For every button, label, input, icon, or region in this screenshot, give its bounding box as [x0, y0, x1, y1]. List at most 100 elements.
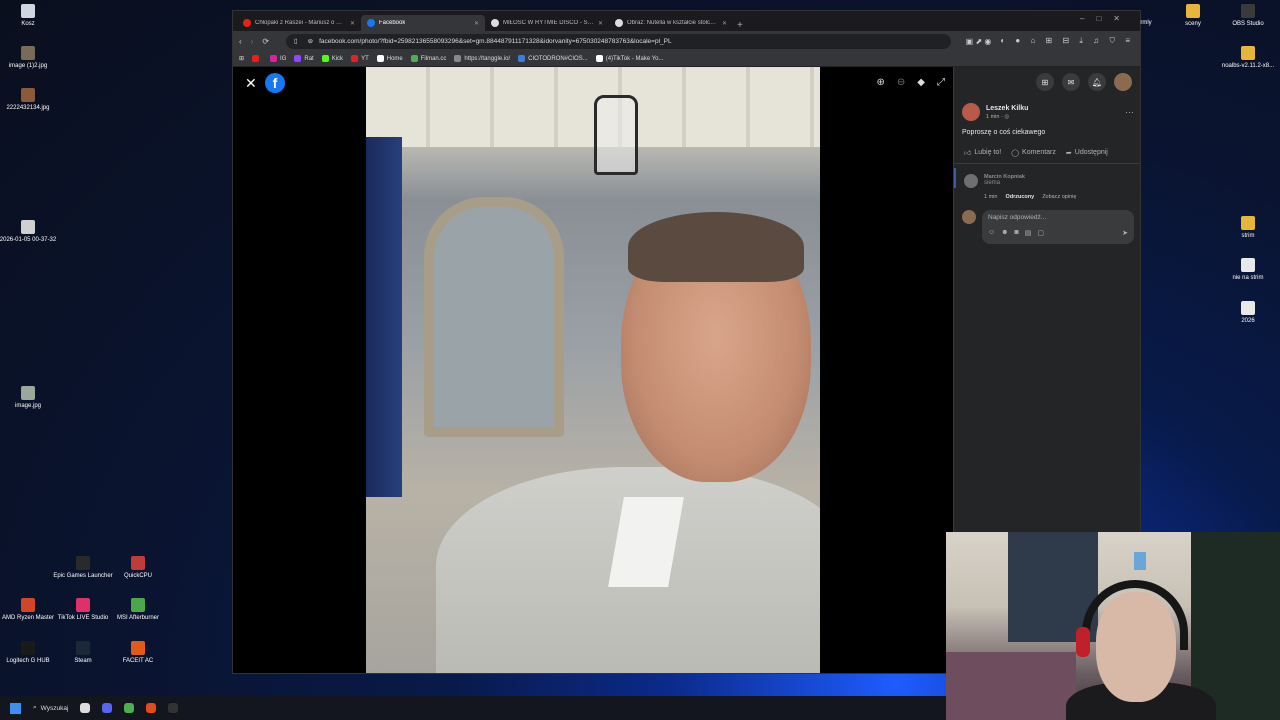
notifications-icon[interactable]: 🔔︎	[1088, 73, 1106, 91]
url-field[interactable]: ▯ ⊜ facebook.com/photo/?fbid=25982136558…	[286, 33, 951, 49]
desktop-icon-left-3[interactable]: 2026-01-05 00-37-32	[0, 220, 58, 243]
zoom-out-icon[interactable]: ⊖	[897, 77, 905, 88]
view-feedback-link[interactable]: Zobacz opinię	[1042, 194, 1076, 200]
comment-status: Odrzucony	[1005, 194, 1035, 200]
comment-icon: ◯	[1011, 149, 1020, 157]
desktop-icon-right-0[interactable]: sceny	[1163, 4, 1223, 27]
forward-icon[interactable]: ›	[251, 37, 254, 46]
desktop-icon-bottom-5[interactable]: Logitech G HUB	[0, 641, 58, 664]
google-icon	[491, 19, 499, 27]
panel-header: ⊞ ✉ 🔔︎	[954, 67, 1140, 97]
bookmark-item[interactable]	[252, 55, 262, 62]
desktop-icon-left-1[interactable]: image (1)2.jpg	[0, 46, 58, 69]
desktop-icon-right-5[interactable]: 2026	[1218, 301, 1278, 324]
desktop-icon-bottom-3[interactable]: TikTok LIVE Studio	[53, 598, 113, 621]
author-avatar[interactable]	[962, 103, 980, 121]
comment-meta: 1 min Odrzucony Zobacz opinię	[954, 188, 1140, 200]
desktop-icon-left-2[interactable]: 2222432134.jpg	[0, 88, 58, 111]
share-button[interactable]: ➦ Udostępnij	[1066, 148, 1108, 157]
taskbar-app-icon[interactable]	[102, 703, 113, 713]
desktop-icon-label: nie na strim	[1232, 275, 1264, 281]
bookmark-icon[interactable]: ▯	[294, 37, 298, 45]
new-tab-button[interactable]: +	[737, 20, 743, 31]
emoji-icon[interactable]: ☻	[1001, 229, 1008, 237]
bookmark-label: Rat	[304, 55, 314, 62]
desktop-icon-bottom-0[interactable]: Epic Games Launcher	[53, 556, 113, 579]
reply-placeholder: Napisz odpowiedź...	[988, 214, 1047, 221]
browser-tab[interactable]: Facebook ✕	[361, 15, 485, 31]
avatar-sticker-icon[interactable]: ☺	[988, 229, 995, 237]
desktop-icon-bottom-1[interactable]: QuickCPU	[108, 556, 168, 579]
sticker-icon[interactable]: ▢	[1037, 229, 1044, 237]
desktop-icon-left-0[interactable]: Kosz	[0, 4, 58, 27]
site-info-icon[interactable]: ⊜	[308, 37, 313, 45]
bookmark-item[interactable]: IG	[270, 55, 286, 62]
desktop-icon-bottom-4[interactable]: MSI Afterburner	[108, 598, 168, 621]
send-icon[interactable]: ➤	[1122, 229, 1128, 237]
post-author[interactable]: Leszek Kilku	[986, 105, 1028, 112]
bookmark-item[interactable]: Filman.cc	[410, 55, 447, 62]
youtube-icon	[243, 19, 251, 27]
profile-avatar[interactable]	[1114, 73, 1132, 91]
bookmark-favicon-icon	[351, 55, 359, 62]
tag-icon[interactable]: ◆	[917, 77, 925, 88]
bookmark-item[interactable]: Home	[376, 55, 403, 62]
close-tab-icon[interactable]: ✕	[350, 20, 355, 27]
taskbar-app-icon[interactable]	[168, 703, 179, 713]
more-options-icon[interactable]: ···	[1125, 107, 1134, 117]
reload-icon[interactable]: ⟳	[262, 37, 269, 46]
apps-grid-icon[interactable]: ⊞	[239, 55, 244, 62]
close-icon[interactable]: ✕	[245, 75, 257, 92]
facebook-logo-icon[interactable]: f	[265, 73, 285, 93]
bookmark-item[interactable]: YT	[351, 55, 369, 62]
desktop-file-icon	[1241, 4, 1255, 18]
taskbar-app-icon[interactable]	[124, 703, 135, 713]
messenger-icon[interactable]: ✉	[1062, 73, 1080, 91]
desktop-icon-bottom-6[interactable]: Steam	[53, 641, 113, 664]
toolbar-icons[interactable]: ◐ ● ⌂ ⊞ ⊟ ⤓ ♫ ⛉ ≡	[1000, 36, 1134, 46]
close-tab-icon[interactable]: ✕	[598, 20, 603, 27]
window-controls[interactable]: –□✕	[1080, 14, 1132, 23]
bookmark-item[interactable]: Rat	[294, 55, 314, 62]
taskbar-app-icon[interactable]	[146, 703, 157, 713]
desktop-file-icon	[76, 598, 90, 612]
bookmark-item[interactable]: https://tanggle.io/	[454, 55, 510, 62]
desktop-icon-bottom-2[interactable]: AMD Ryzen Master	[0, 598, 58, 621]
gif-icon[interactable]: ▤	[1025, 229, 1032, 237]
bookmark-item[interactable]: Kick	[321, 55, 343, 62]
desktop-icon-label: 2026-01-05 00-37-32	[0, 237, 57, 243]
reply-input[interactable]: Napisz odpowiedź... ☺ ☻ ◙ ▤ ▢ ➤	[982, 210, 1134, 244]
browser-tab[interactable]: Chłopaki z Raszei - Mariusz o wszystk ✕	[237, 15, 361, 31]
bookmark-item[interactable]: CIOTODRON#CIOS...	[518, 55, 588, 62]
start-button[interactable]	[10, 702, 21, 714]
bookmark-item[interactable]: (4)TikTok - Make Yo...	[595, 55, 664, 62]
desktop-icon-label: 2222432134.jpg	[6, 105, 50, 111]
browser-tab[interactable]: MIŁOŚĆ W RYTMIE DISCO - Szukaj w ✕	[485, 15, 609, 31]
bookmark-favicon-icon	[294, 55, 302, 62]
bookmark-label: Filman.cc	[420, 55, 447, 62]
close-tab-icon[interactable]: ✕	[474, 20, 479, 27]
browser-tab[interactable]: Obraz: Nutella w kształcie stolca na ✕	[609, 15, 733, 31]
back-icon[interactable]: ‹	[239, 37, 242, 46]
comment-button[interactable]: ◯ Komentarz	[1011, 148, 1056, 157]
fullscreen-icon[interactable]: ⤢	[937, 77, 945, 88]
extensions-icon[interactable]: ▣ ⬈ ◉	[966, 37, 992, 46]
desktop-icon-label: OBS Studio	[1232, 21, 1264, 27]
commenter-avatar[interactable]	[964, 174, 978, 188]
tab-title: MIŁOŚĆ W RYTMIE DISCO - Szukaj w	[503, 20, 594, 26]
like-button[interactable]: 👍︎ Lubię to!	[964, 148, 1001, 157]
bookmark-label: YT	[361, 55, 369, 62]
taskbar-search[interactable]: ⌕ Wyszukaj	[33, 704, 68, 712]
menu-grid-icon[interactable]: ⊞	[1036, 73, 1054, 91]
desktop-icon-label: noalbs-v2.11.2-x8...	[1221, 63, 1275, 69]
camera-icon[interactable]: ◙	[1015, 229, 1019, 237]
desktop-icon-right-3[interactable]: strim	[1218, 216, 1278, 239]
desktop-icon-bottom-7[interactable]: FACEIT AC	[108, 641, 168, 664]
desktop-icon-left-4[interactable]: image.jpg	[0, 386, 58, 409]
taskbar-app-icon[interactable]	[80, 703, 91, 713]
desktop-icon-right-2[interactable]: noalbs-v2.11.2-x8...	[1218, 46, 1278, 69]
desktop-icon-right-1[interactable]: OBS Studio	[1218, 4, 1278, 27]
close-tab-icon[interactable]: ✕	[722, 20, 727, 27]
zoom-in-icon[interactable]: ⊕	[877, 77, 885, 88]
desktop-icon-right-4[interactable]: nie na strim	[1218, 258, 1278, 281]
